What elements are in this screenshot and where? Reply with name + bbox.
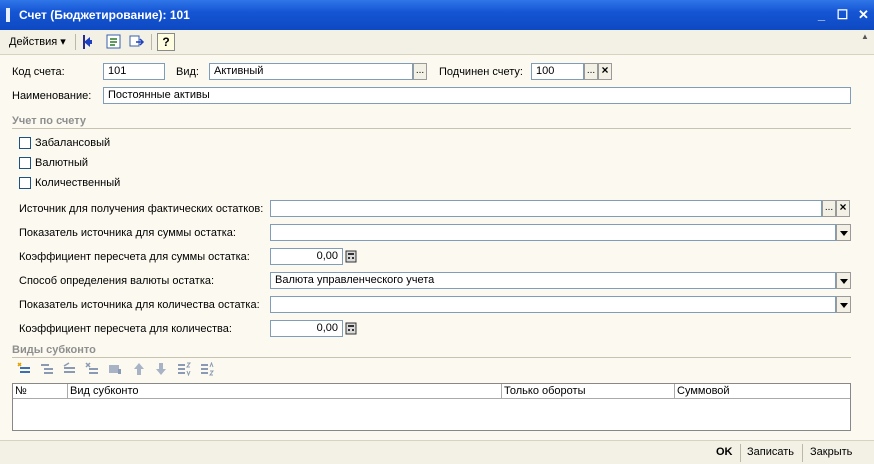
qty-indicator-dropdown-button[interactable] [836,296,851,313]
footer-divider [802,444,803,462]
qty-indicator-label: Показатель источника для количества оста… [19,299,260,311]
code-label: Код счета: [12,66,65,78]
qty-coef-label: Коэффициент пересчета для количества: [19,323,232,335]
offbalance-checkbox[interactable] [19,137,31,149]
maximize-button[interactable]: ☐ [834,6,851,23]
accounting-section-title: Учет по счету [12,115,87,127]
kind-label: Вид: [176,66,199,78]
source-select-button[interactable]: ... [822,200,836,217]
save-button[interactable]: Записать [747,446,794,458]
sort-desc-icon[interactable] [200,362,214,376]
scroll-up-icon[interactable]: ▲ [859,33,871,41]
end-edit-icon[interactable] [108,362,122,376]
chevron-down-icon: ▾ [60,36,66,48]
column-header-number[interactable]: № [13,384,68,399]
source-label: Источник для получения фактических остат… [19,203,264,215]
subconto-table[interactable]: № Вид субконто Только обороты Суммовой [12,383,851,431]
qty-coef-input[interactable]: 0,00 [270,320,343,337]
help-icon[interactable]: ? [157,33,175,51]
refresh-icon[interactable] [128,33,146,51]
column-header-turnover-only[interactable]: Только обороты [502,384,675,399]
source-clear-button[interactable]: × [836,200,850,217]
form-footer: OK Записать Закрыть [0,440,874,464]
toolbar-divider [151,34,152,50]
parent-label: Подчинен счету: [439,66,523,78]
quantity-checkbox[interactable] [19,177,31,189]
currency-checkbox[interactable] [19,157,31,169]
actions-menu-label: Действия [9,36,58,48]
qty-indicator-select[interactable] [270,296,836,313]
currency-label: Валютный [35,157,89,169]
currency-method-dropdown-button[interactable] [836,272,851,289]
currency-method-select[interactable]: Валюта управленческого учета [270,272,836,289]
subconto-section-divider [12,357,851,358]
kind-input[interactable]: Активный [209,63,413,80]
name-input[interactable]: Постоянные активы [103,87,851,104]
sum-coef-label: Коэффициент пересчета для суммы остатка: [19,251,250,263]
copy-row-icon[interactable] [40,362,54,376]
window-icon [6,8,10,22]
ok-button[interactable]: OK [716,446,733,458]
parent-input[interactable]: 100 [531,63,584,80]
edit-row-icon[interactable] [62,362,76,376]
close-button[interactable]: Закрыть [810,446,852,458]
move-up-icon[interactable] [132,362,146,376]
toolbar-divider [75,34,76,50]
close-window-button[interactable]: ✕ [855,6,872,23]
kind-select-button[interactable]: ... [413,63,427,80]
subconto-section-title: Виды субконто [12,344,96,356]
sum-indicator-select[interactable] [270,224,836,241]
code-input[interactable]: 101 [103,63,165,80]
structure-icon[interactable] [105,33,123,51]
parent-clear-button[interactable]: × [598,63,612,80]
sum-indicator-dropdown-button[interactable] [836,224,851,241]
window-title: Счет (Бюджетирование): 101 [19,8,190,22]
move-down-icon[interactable] [154,362,168,376]
sort-asc-icon[interactable] [177,362,191,376]
offbalance-label: Забалансовый [35,137,111,149]
actions-menu-button[interactable]: Действия ▾ [9,35,66,48]
account-form-window: Счет (Бюджетирование): 101 _ ☐ ✕ Действи… [0,0,874,464]
parent-select-button[interactable]: ... [584,63,598,80]
accounting-section-divider [12,128,851,129]
title-bar[interactable]: Счет (Бюджетирование): 101 _ ☐ ✕ [0,0,874,30]
minimize-button[interactable]: _ [813,6,830,23]
sum-indicator-label: Показатель источника для суммы остатка: [19,227,236,239]
source-input[interactable] [270,200,822,217]
quantity-label: Количественный [35,177,121,189]
column-header-sum[interactable]: Суммовой [675,384,850,399]
name-label: Наименование: [12,90,92,102]
calculator-icon[interactable] [344,320,358,337]
add-row-icon[interactable] [17,362,31,376]
sum-coef-input[interactable]: 0,00 [270,248,343,265]
footer-divider [740,444,741,462]
form-toolbar: Действия ▾ ? [0,30,874,55]
calculator-icon[interactable] [344,248,358,265]
currency-method-label: Способ определения валюты остатка: [19,275,215,287]
delete-row-icon[interactable] [85,362,99,376]
column-header-subconto-kind[interactable]: Вид субконто [68,384,502,399]
back-arrow-icon[interactable] [80,33,98,51]
